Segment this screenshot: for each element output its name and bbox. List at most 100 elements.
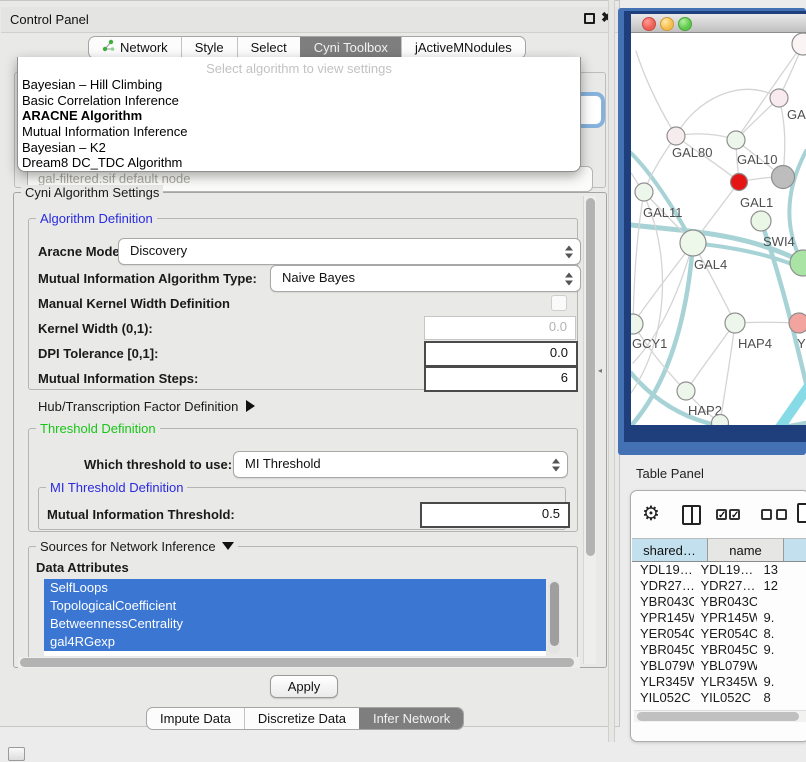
network-node[interactable] [792, 33, 806, 55]
dpi-tolerance-field[interactable]: 0.0 [424, 341, 578, 367]
network-node[interactable] [770, 89, 788, 107]
which-threshold-combo[interactable]: MI Threshold [233, 451, 568, 478]
sources-legend[interactable]: Sources for Network Inference [36, 539, 238, 554]
algorithm-option[interactable]: Dream8 DC_TDC Algorithm [18, 155, 580, 171]
network-window-titlebar[interactable] [631, 14, 806, 33]
network-node[interactable] [731, 174, 748, 191]
manual-kernel-checkbox[interactable] [551, 295, 567, 311]
document-icon[interactable] [797, 503, 806, 523]
network-node[interactable] [790, 250, 806, 276]
scrollbar-thumb[interactable] [586, 198, 595, 556]
scrollbar-thumb[interactable] [550, 582, 559, 646]
network-node[interactable] [772, 166, 795, 189]
table-row[interactable]: YER054CYER054C8. [632, 626, 806, 642]
data-attributes-list[interactable]: SelfLoopsTopologicalCoefficientBetweenne… [44, 579, 546, 656]
column-header-shared[interactable]: shared… [632, 538, 708, 561]
tab-network[interactable]: Network [89, 37, 181, 58]
expand-right-icon [246, 400, 255, 412]
scrollbar-thumb[interactable] [637, 712, 799, 721]
attributes-list-scrollbar[interactable] [548, 580, 560, 654]
algorithm-option[interactable]: Bayesian – Hill Climbing [18, 77, 580, 93]
aracne-mode-combo[interactable]: Discovery [118, 238, 581, 265]
table-row[interactable]: YDL19…YDL19…13 [632, 562, 806, 578]
data-attribute-item[interactable]: gal4RGexp [44, 633, 546, 651]
data-attribute-item[interactable]: SelfLoops [44, 579, 546, 597]
mi-threshold-field[interactable]: 0.5 [420, 502, 570, 528]
network-edge[interactable] [736, 44, 803, 140]
network-canvas[interactable]: GAL8GAL80GAL10GAL1GAL11SWI4GAL4GCY1HAP4Y… [631, 33, 806, 425]
sources-legend-label: Sources for Network Inference [40, 539, 216, 554]
tab-discretize-data[interactable]: Discretize Data [244, 708, 359, 729]
column-header-third[interactable] [784, 538, 806, 561]
network-node[interactable] [680, 230, 706, 256]
divider-collapse-icon[interactable]: ◂ [598, 366, 602, 375]
settings-vertical-scrollbar[interactable] [583, 196, 596, 664]
which-threshold-value: MI Threshold [245, 456, 321, 471]
kernel-width-field[interactable]: 0.0 [424, 316, 576, 340]
table-row[interactable]: YBL079WYBL079W [632, 658, 806, 674]
mi-steps-label: Mutual Information Steps: [38, 371, 198, 386]
table-horizontal-scrollbar[interactable] [634, 710, 806, 722]
network-node[interactable] [789, 313, 806, 333]
float-window-icon[interactable] [584, 13, 595, 24]
zoom-traffic-light-icon[interactable] [678, 17, 692, 31]
algorithm-option[interactable]: Basic Correlation Inference [18, 93, 580, 109]
network-window: GAL8GAL80GAL10GAL1GAL11SWI4GAL4GCY1HAP4Y… [631, 14, 806, 425]
table-row[interactable]: YLR345WYLR345W9. [632, 674, 806, 690]
table-cell: YBR043C [632, 594, 694, 610]
settings-horizontal-scrollbar[interactable] [18, 657, 580, 668]
network-node-label: GAL4 [694, 257, 727, 272]
tab-jactivemnodules[interactable]: jActiveMNodules [401, 37, 525, 58]
apply-button[interactable]: Apply [270, 675, 338, 698]
data-attribute-item[interactable]: TopologicalCoefficient [44, 597, 546, 615]
minimize-traffic-light-icon[interactable] [660, 17, 674, 31]
unchecked-checkbox-icon[interactable] [776, 509, 787, 520]
network-node[interactable] [635, 183, 653, 201]
table-row[interactable]: YIL052CYIL052C8 [632, 690, 806, 702]
algorithm-option[interactable]: ARACNE Algorithm [18, 108, 580, 124]
network-node[interactable] [677, 382, 695, 400]
hub-definition-toggle[interactable]: Hub/Transcription Factor Definition [38, 399, 255, 414]
checked-checkbox-icon[interactable]: ✓ [716, 509, 727, 520]
mi-steps-field[interactable]: 6 [424, 366, 578, 392]
network-edge[interactable] [686, 323, 735, 391]
tab-style[interactable]: Style [181, 37, 237, 58]
network-node[interactable] [631, 314, 643, 334]
split-pane-divider[interactable] [608, 0, 615, 742]
tab-select[interactable]: Select [237, 37, 300, 58]
algorithm-option[interactable]: Bayesian – K2 [18, 140, 580, 156]
network-node[interactable] [727, 131, 745, 149]
tab-label: jActiveMNodules [415, 37, 512, 59]
algorithm-option[interactable]: Mutual Information Inference [18, 124, 580, 140]
tab-infer-network[interactable]: Infer Network [359, 708, 463, 729]
window-grip-icon[interactable] [8, 747, 25, 761]
data-attribute-item[interactable]: BetweennessCentrality [44, 615, 546, 633]
table-row[interactable]: YDR27…YDR27…12 [632, 578, 806, 594]
scrollbar-thumb[interactable] [20, 658, 574, 667]
table-row[interactable]: YPR145WYPR145W9. [632, 610, 806, 626]
network-node[interactable] [751, 211, 771, 231]
checked-checkbox-icon[interactable]: ✓ [729, 509, 740, 520]
table-cell: 12 [757, 578, 806, 594]
algorithm-dropdown-list: Select algorithm to view settings Bayesi… [17, 57, 581, 172]
tab-cyni-toolbox[interactable]: Cyni Toolbox [300, 37, 401, 58]
tab-impute-data[interactable]: Impute Data [147, 708, 244, 729]
unchecked-checkbox-icon[interactable] [761, 509, 772, 520]
network-node[interactable] [725, 313, 745, 333]
mi-algo-type-combo[interactable]: Naive Bayes [270, 265, 581, 292]
table-row[interactable]: YBR043CYBR043C [632, 594, 806, 610]
network-node-label: SWI4 [763, 234, 795, 249]
table-row[interactable]: YBR045CYBR045C9. [632, 642, 806, 658]
manual-kernel-label: Manual Kernel Width Definition [38, 296, 230, 311]
network-edge[interactable] [636, 51, 676, 136]
gear-icon[interactable]: ⚙ [642, 501, 660, 526]
close-traffic-light-icon[interactable] [642, 17, 656, 31]
columns-icon[interactable] [682, 505, 701, 525]
network-edge[interactable] [769, 383, 806, 425]
table-cell: YPR145W [632, 610, 694, 626]
column-header-name[interactable]: name [708, 538, 784, 561]
table-cell: 13 [757, 562, 806, 578]
network-node[interactable] [667, 127, 685, 145]
combo-spinner-icon [565, 245, 573, 258]
network-edge[interactable] [720, 323, 735, 423]
